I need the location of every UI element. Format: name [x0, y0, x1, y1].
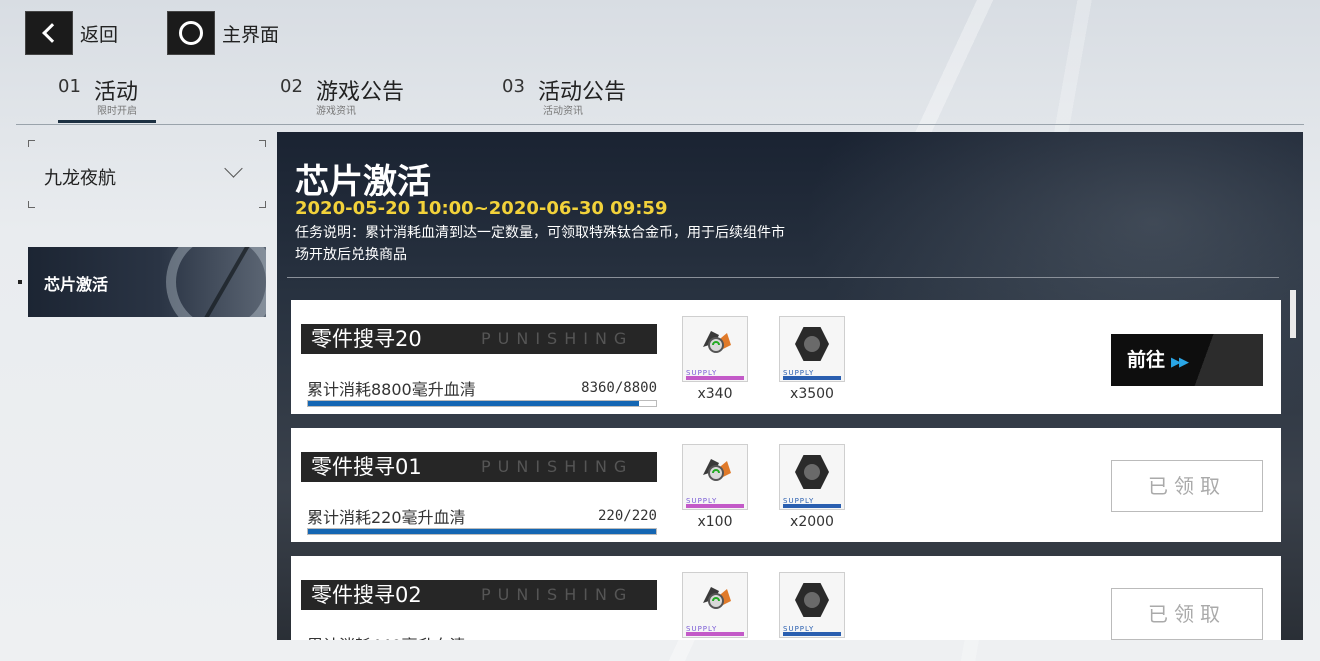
tab-sublabel: 活动资讯 [543, 106, 583, 117]
event-date: 2020-05-20 10:00~2020-06-30 09:59 [295, 198, 668, 219]
tab-game-notice[interactable]: 02 游戏公告 游戏资讯 [280, 72, 420, 124]
task-progress-bar [307, 400, 657, 407]
reward-item[interactable]: SUPPLY [682, 444, 748, 510]
back-label: 返回 [80, 23, 119, 46]
reward-quantity: x100 [697, 514, 733, 530]
claimed-button[interactable]: 已领取 [1111, 460, 1263, 512]
event-description: 任务说明：累计消耗血清到达一定数量，可领取特殊钛合金币，用于后续组件市场开放后兑… [295, 225, 785, 263]
selection-marker [18, 280, 22, 284]
hex-nut-icon [795, 327, 829, 361]
chevron-down-icon [224, 159, 243, 178]
tab-number: 03 [502, 76, 525, 97]
tab-activity[interactable]: 01 活动 限时开启 [58, 72, 156, 124]
claimed-button[interactable]: 已领取 [1111, 588, 1263, 640]
tab-sublabel: 限时开启 [97, 106, 137, 117]
sidebar-item-label: 芯片激活 [44, 275, 109, 294]
task-card: 零件搜寻01 PUNISHING 累计消耗220毫升血清 220/220 SUP… [291, 428, 1281, 542]
task-name: 零件搜寻02 [311, 583, 422, 607]
sidebar-item-chip-activation[interactable]: 芯片激活 [28, 247, 266, 317]
progress-fill [308, 401, 639, 406]
task-description: 累计消耗8800毫升血清 [307, 380, 476, 399]
dropdown-value: 九龙夜航 [44, 168, 116, 189]
go-button[interactable]: 前往 ▶▶ [1111, 334, 1263, 386]
task-card: 零件搜寻02 PUNISHING 累计消耗440毫升血清 SUPPLY SUPP… [291, 556, 1281, 640]
home-circle-icon [168, 12, 214, 54]
back-chevron-icon [26, 12, 72, 54]
panel-divider [287, 277, 1279, 278]
reward-quantity: x2000 [790, 514, 834, 530]
hex-nut-icon [795, 455, 829, 489]
task-progress-text: 8360/8800 [581, 380, 657, 396]
reward-quantity: x340 [697, 386, 733, 402]
home-label: 主界面 [222, 23, 280, 46]
reward-item[interactable]: SUPPLY [779, 316, 845, 382]
gear-chip-icon [703, 587, 731, 609]
task-description: 累计消耗220毫升血清 [307, 508, 466, 527]
tab-number: 02 [280, 76, 303, 97]
task-name: 零件搜寻01 [311, 455, 422, 479]
tab-number: 01 [58, 76, 81, 97]
task-name: 零件搜寻20 [311, 327, 422, 351]
tab-divider [16, 124, 1304, 125]
task-watermark: PUNISHING [481, 329, 634, 348]
task-progress-bar [307, 528, 657, 535]
gear-chip-icon [703, 459, 731, 481]
event-panel: 芯片激活 2020-05-20 10:00~2020-06-30 09:59 任… [277, 132, 1303, 640]
tab-event-notice[interactable]: 03 活动公告 活动资讯 [502, 72, 642, 124]
reward-item[interactable]: SUPPLY [779, 572, 845, 638]
double-arrow-icon: ▶▶ [1171, 355, 1189, 370]
reward-item[interactable]: SUPPLY [682, 572, 748, 638]
event-title: 芯片激活 [295, 162, 431, 202]
tab-sublabel: 游戏资讯 [316, 106, 356, 117]
home-button[interactable]: 主界面 [168, 12, 279, 54]
hex-nut-icon [795, 583, 829, 617]
reward-quantity: x3500 [790, 386, 834, 402]
scrollbar[interactable] [1290, 290, 1296, 338]
reward-item[interactable]: SUPPLY [779, 444, 845, 510]
task-description: 累计消耗440毫升血清 [307, 632, 466, 640]
task-name-bar: 零件搜寻01 PUNISHING [301, 452, 657, 482]
task-name-bar: 零件搜寻20 PUNISHING [301, 324, 657, 354]
progress-fill [308, 529, 656, 534]
task-card: 零件搜寻20 PUNISHING 累计消耗8800毫升血清 8360/8800 … [291, 300, 1281, 414]
back-button[interactable]: 返回 [26, 12, 118, 54]
task-progress-text: 220/220 [597, 508, 657, 524]
task-watermark: PUNISHING [481, 585, 634, 604]
task-watermark: PUNISHING [481, 457, 634, 476]
reward-item[interactable]: SUPPLY [682, 316, 748, 382]
task-name-bar: 零件搜寻02 PUNISHING [301, 580, 657, 610]
go-label: 前往 [1127, 349, 1166, 371]
gear-chip-icon [703, 331, 731, 353]
tab-active-indicator [58, 120, 156, 123]
event-dropdown[interactable]: 九龙夜航 [28, 140, 266, 208]
